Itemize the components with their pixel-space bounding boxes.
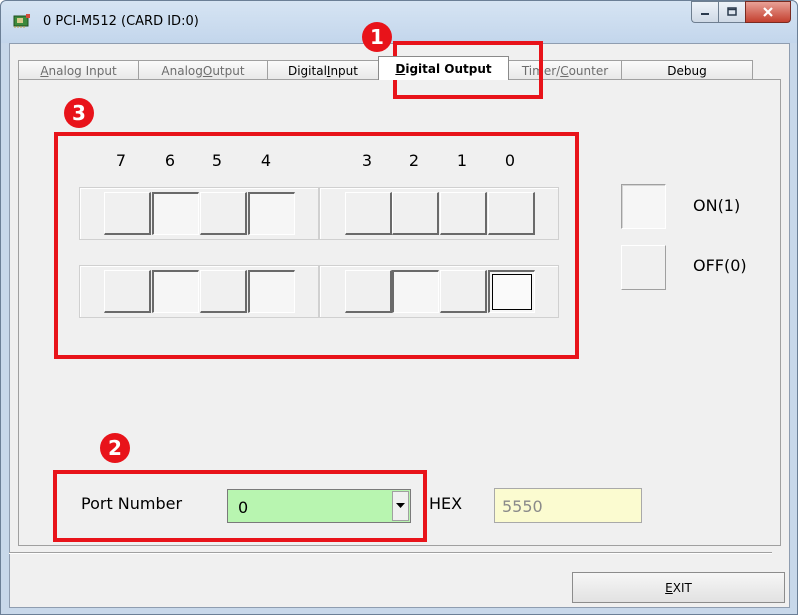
legend-on-label: ON(1) <box>693 196 741 215</box>
annotation-badge-3: 3 <box>64 98 94 128</box>
annotation-badge-2: 2 <box>100 433 130 463</box>
tab-analog-output[interactable]: Analog Output <box>138 60 268 80</box>
maximize-button[interactable] <box>718 1 745 23</box>
hex-value-field: 5550 <box>494 488 642 523</box>
annotation-badge-1: 1 <box>362 22 392 52</box>
minimize-icon <box>701 13 709 15</box>
tab-analog-input[interactable]: Analog Input <box>18 60 139 80</box>
exit-button[interactable]: E XIT <box>572 572 785 603</box>
annotation-box-port <box>53 470 427 542</box>
legend-off-swatch <box>621 245 666 290</box>
minimize-button[interactable] <box>691 1 718 23</box>
tab-debug[interactable]: Debug <box>621 60 753 80</box>
window-controls <box>691 1 791 23</box>
maximize-icon <box>727 7 737 16</box>
title-bar[interactable]: 0 PCI-M512 (CARD ID:0) <box>1 1 797 43</box>
hex-label: HEX <box>429 494 463 513</box>
card-chip-icon <box>13 14 30 28</box>
tab-digital-output[interactable]: Digital Output <box>378 56 509 80</box>
window-title: 0 PCI-M512 (CARD ID:0) <box>43 14 199 29</box>
legend-off-label: OFF(0) <box>693 256 747 275</box>
annotation-box-bits <box>54 132 579 359</box>
legend-on-swatch <box>621 184 666 229</box>
close-button[interactable] <box>745 1 791 23</box>
tab-strip: Analog Input Analog Output Digital Input… <box>18 56 753 80</box>
app-window: 0 PCI-M512 (CARD ID:0) Analog Input Anal… <box>0 0 798 615</box>
tab-digital-input[interactable]: Digital Input <box>267 60 379 80</box>
status-separator <box>9 552 772 554</box>
close-icon <box>763 7 773 17</box>
